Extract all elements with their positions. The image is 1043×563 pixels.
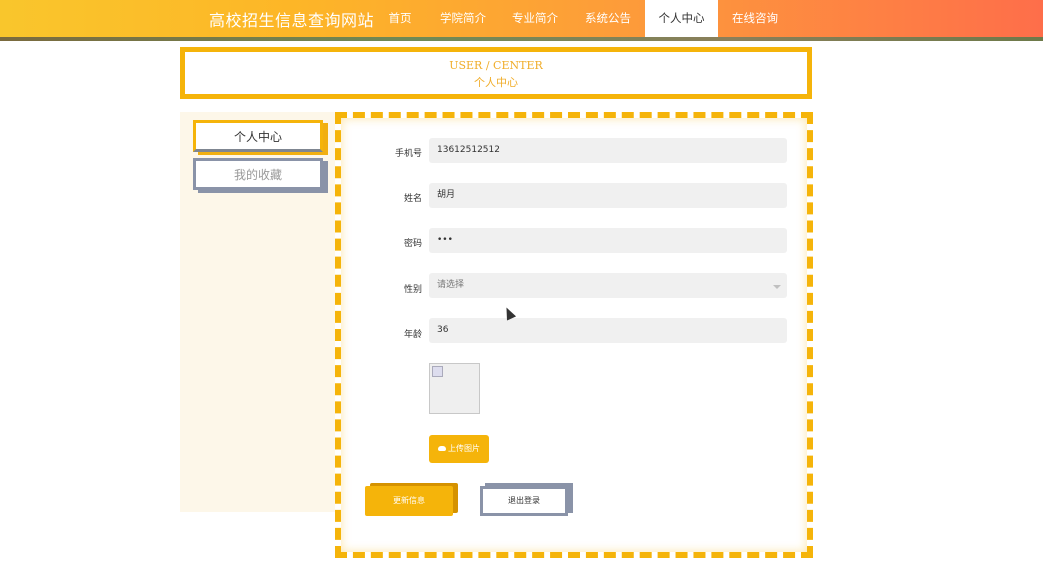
banner-title-cn: 个人中心 xyxy=(474,76,518,89)
name-label: 姓名 xyxy=(403,194,422,204)
sidebar-item-user-center[interactable]: 个人中心 xyxy=(193,120,323,152)
nav-item-user-center[interactable]: 个人中心 xyxy=(645,0,718,37)
site-brand[interactable]: 高校招生信息查询网站 xyxy=(209,7,374,31)
password-label: 密码 xyxy=(403,239,422,249)
sidebar-item-favorites[interactable]: 我的收藏 xyxy=(193,158,323,190)
nav-item-major-intro[interactable]: 专业简介 xyxy=(508,0,562,37)
logout-button[interactable]: 退出登录 xyxy=(480,486,568,516)
page-banner: USER / CENTER 个人中心 xyxy=(180,47,812,99)
phone-input[interactable]: 13612512512 xyxy=(429,138,787,163)
nav-item-home[interactable]: 首页 xyxy=(384,0,416,37)
update-info-button[interactable]: 更新信息 xyxy=(365,486,453,516)
nav-item-online-consult[interactable]: 在线咨询 xyxy=(728,0,782,37)
banner-title-en: USER / CENTER xyxy=(449,59,543,72)
password-input[interactable]: ••• xyxy=(429,228,787,253)
avatar-preview xyxy=(429,363,480,414)
phone-label: 手机号 xyxy=(394,149,422,159)
nav-decor-strip xyxy=(0,37,1043,41)
broken-image-icon xyxy=(432,366,443,377)
name-input[interactable]: 胡月 xyxy=(429,183,787,208)
nav-item-college-intro[interactable]: 学院简介 xyxy=(436,0,490,37)
age-label: 年龄 xyxy=(403,330,422,340)
upload-image-label: 上传图片 xyxy=(448,444,480,453)
gender-select[interactable]: 请选择 xyxy=(429,273,787,298)
chevron-down-icon[interactable] xyxy=(773,285,781,289)
nav-item-announcements[interactable]: 系统公告 xyxy=(581,0,635,37)
upload-image-button[interactable]: 上传图片 xyxy=(429,435,489,463)
cloud-upload-icon xyxy=(438,446,446,451)
gender-label: 性别 xyxy=(403,285,422,295)
age-input[interactable]: 36 xyxy=(429,318,787,343)
